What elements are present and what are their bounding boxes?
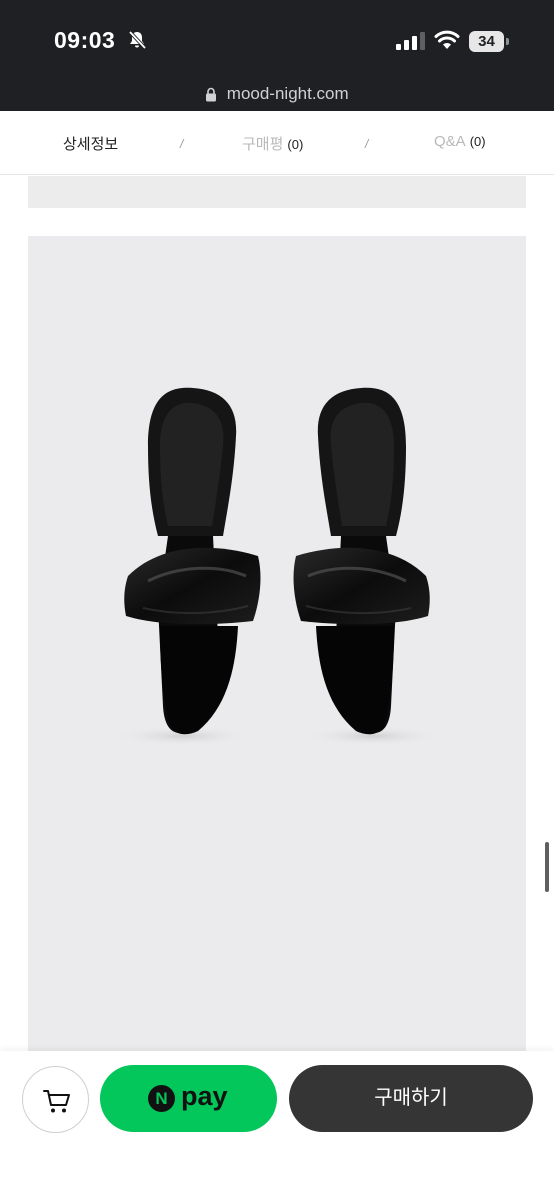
tab-label: 상세정보: [63, 136, 119, 153]
battery-tip: [506, 38, 509, 45]
right-sandal: [293, 387, 443, 746]
left-sandal: [113, 387, 261, 746]
pay-label: pay: [181, 1081, 228, 1111]
cart-icon: [43, 1090, 70, 1113]
tab-qna[interactable]: Q&A (0): [434, 133, 486, 150]
status-time: 09:03: [54, 27, 116, 53]
scrollbar-thumb[interactable]: [545, 842, 549, 892]
bell-slash-icon: [128, 30, 147, 50]
lock-icon: [206, 87, 217, 101]
cart-button[interactable]: [22, 1066, 89, 1133]
tab-separator: /: [365, 137, 369, 151]
purchase-bar: N pay 구매하기: [0, 1051, 554, 1200]
tab-reviews[interactable]: 구매평 (0): [242, 133, 303, 154]
tab-count: (0): [469, 134, 486, 149]
tab-label: 구매평: [242, 136, 284, 153]
product-image-panel: [28, 236, 526, 1066]
naver-pay-button[interactable]: N pay: [100, 1065, 277, 1132]
tab-label: Q&A: [434, 133, 466, 150]
tab-separator: /: [180, 137, 184, 151]
url-text: mood-night.com: [226, 84, 349, 103]
previous-image-bottom: [28, 176, 526, 208]
detail-tabs: 상세정보 / 구매평 (0) / Q&A (0): [0, 111, 554, 175]
wifi-icon: [434, 30, 460, 49]
signal-icon: [396, 32, 425, 50]
tab-details[interactable]: 상세정보: [63, 133, 118, 154]
browser-top-bar: 09:03 34 mood-night.com: [0, 0, 554, 111]
url-bar[interactable]: mood-night.com: [0, 84, 554, 108]
tab-count: (0): [287, 137, 304, 152]
battery-icon: 34: [469, 31, 509, 52]
battery-level: 34: [469, 31, 504, 52]
buy-button[interactable]: 구매하기: [289, 1065, 533, 1132]
product-image: [113, 387, 443, 746]
naver-n-icon: N: [148, 1085, 175, 1112]
app-screen: 09:03 34 mood-night.com 상세정보 / 구매평 (0) /…: [0, 0, 554, 1200]
